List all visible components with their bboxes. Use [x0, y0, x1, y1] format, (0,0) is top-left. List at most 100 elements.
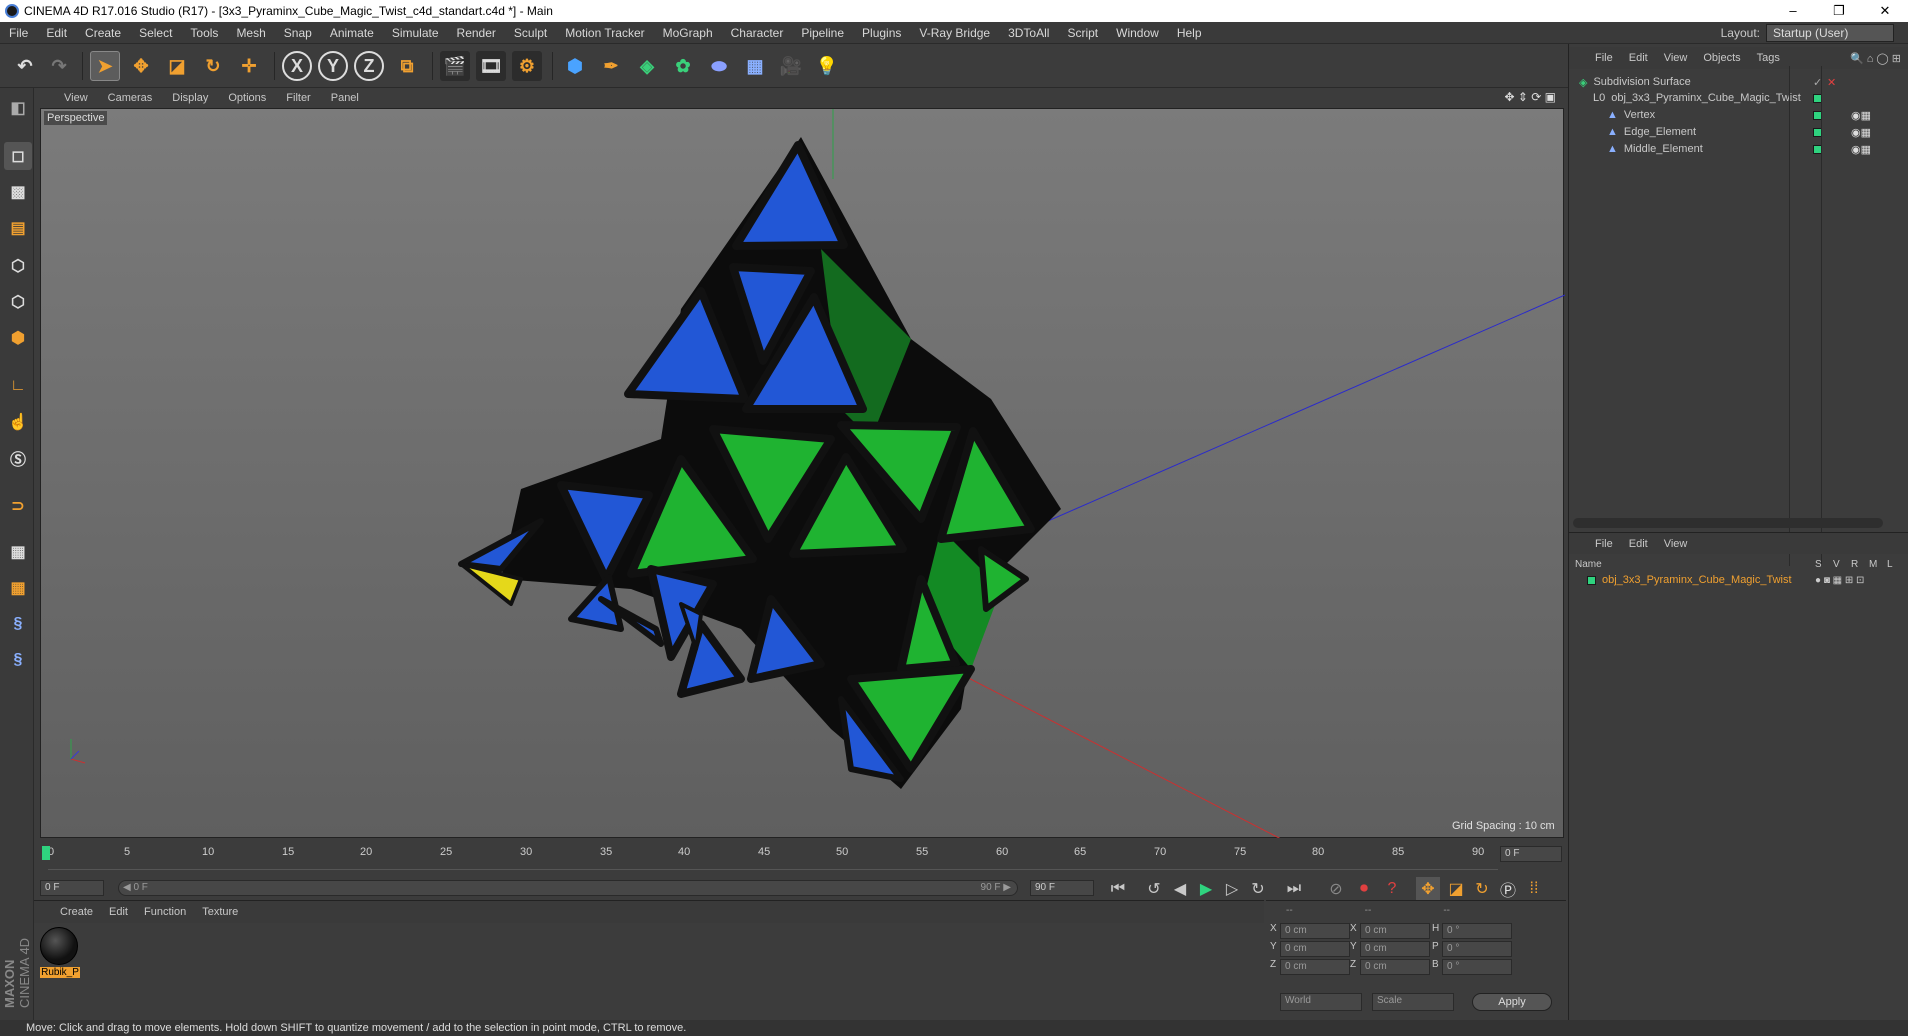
mm-menu-function[interactable]: Function — [144, 906, 186, 918]
menu-edit[interactable]: Edit — [37, 26, 76, 40]
rot-p-field[interactable]: 0 ° — [1442, 941, 1512, 957]
cube-icon[interactable]: ⬢ — [560, 51, 590, 81]
go-to-start-icon[interactable]: ⏮ — [1106, 877, 1130, 901]
mm-menu-edit[interactable]: Edit — [109, 906, 128, 918]
polygons-mode-icon[interactable]: ⬢ — [4, 324, 32, 352]
om-search-icon[interactable]: 🔍 ⌂ ◯ ⊞ — [1850, 52, 1901, 65]
play-icon[interactable]: ▶ — [1194, 877, 1218, 901]
axis-mode-icon[interactable]: ∟ — [4, 372, 32, 400]
record-keys-icon[interactable]: ⊘ — [1324, 877, 1348, 901]
layer-toggle-icons[interactable]: ● ◙ ▦ ⊞ ⊡ — [1815, 575, 1864, 586]
grid-icon[interactable]: ▦ — [4, 574, 32, 602]
timeline-ruler[interactable]: 0 5 10 15 20 25 30 35 40 45 50 55 60 65 … — [42, 842, 1498, 870]
snap-icon[interactable]: Ⓢ — [4, 444, 32, 472]
subdivision-icon[interactable]: ◈ — [632, 51, 662, 81]
menu-mesh[interactable]: Mesh — [227, 26, 274, 40]
om-horizontal-scrollbar[interactable] — [1573, 518, 1883, 528]
minimize-button[interactable]: – — [1770, 0, 1816, 22]
model-mode-icon[interactable]: ◻ — [4, 142, 32, 170]
floor-icon[interactable]: ▦ — [740, 51, 770, 81]
rot-h-field[interactable]: 0 ° — [1442, 923, 1512, 939]
close-button[interactable]: ✕ — [1862, 0, 1908, 22]
undo-icon[interactable]: ↶ — [10, 51, 40, 81]
next-key-icon[interactable]: ↻ — [1246, 877, 1270, 901]
playhead-marker[interactable] — [42, 846, 50, 860]
coord-system-dropdown[interactable]: World — [1280, 993, 1362, 1011]
om-menu-edit[interactable]: Edit — [1629, 52, 1648, 64]
pen-spline-icon[interactable]: ✒ — [596, 51, 626, 81]
keyframe-selection-icon[interactable]: ? — [1380, 877, 1404, 901]
menu-help[interactable]: Help — [1168, 26, 1211, 40]
viewport-menu-display[interactable]: Display — [172, 92, 208, 104]
menu-select[interactable]: Select — [130, 26, 181, 40]
menu-tools[interactable]: Tools — [181, 26, 227, 40]
apply-button[interactable]: Apply — [1472, 993, 1552, 1011]
menu-animate[interactable]: Animate — [321, 26, 383, 40]
menu-plugins[interactable]: Plugins — [853, 26, 910, 40]
y-axis-icon[interactable]: Y — [318, 51, 348, 81]
mm-menu-create[interactable]: Create — [60, 906, 93, 918]
viewport-menu-cameras[interactable]: Cameras — [108, 92, 153, 104]
python-script-icon[interactable]: § — [4, 646, 32, 674]
edit-render-settings-icon[interactable]: ⚙ — [512, 51, 542, 81]
menu-file[interactable]: File — [0, 26, 37, 40]
next-frame-icon[interactable]: ▷ — [1220, 877, 1244, 901]
go-to-end-icon[interactable]: ⏭ — [1282, 877, 1306, 901]
layout-dropdown[interactable]: Startup (User) — [1766, 24, 1894, 42]
workplane-mode-icon[interactable]: ▤ — [4, 214, 32, 242]
scale-icon[interactable]: ◪ — [162, 51, 192, 81]
menu-vray-bridge[interactable]: V-Ray Bridge — [910, 26, 999, 40]
end-frame-field[interactable]: 90 F — [1030, 880, 1094, 896]
magnet-icon[interactable]: ⊃ — [4, 492, 32, 520]
viewport-nav-icons[interactable]: ✥ ⇕ ⟳ ▣ — [1504, 90, 1556, 104]
menu-3dtoall[interactable]: 3DToAll — [999, 26, 1058, 40]
rot-b-field[interactable]: 0 ° — [1442, 959, 1512, 975]
edges-mode-icon[interactable]: ⬡ — [4, 288, 32, 316]
key-rotation-icon[interactable]: ↻ — [1470, 877, 1494, 901]
points-mode-icon[interactable]: ⬡ — [4, 252, 32, 280]
tweak-mode-icon[interactable]: ☝ — [4, 408, 32, 436]
menu-mograph[interactable]: MoGraph — [654, 26, 722, 40]
menu-window[interactable]: Window — [1107, 26, 1168, 40]
om-menu-tags[interactable]: Tags — [1757, 52, 1780, 64]
autokey-icon[interactable]: ⏺ — [1352, 877, 1376, 901]
material-swatch[interactable]: Rubik_P — [40, 927, 80, 981]
render-picture-viewer-icon[interactable]: 🎞 — [476, 51, 506, 81]
current-frame-field[interactable]: 0 F — [1500, 846, 1562, 862]
key-scale-icon[interactable]: ◪ — [1444, 877, 1468, 901]
material-tag-icon[interactable]: ◉▦ — [1851, 109, 1871, 122]
render-view-icon[interactable]: 🎬 — [440, 51, 470, 81]
menu-simulate[interactable]: Simulate — [383, 26, 448, 40]
key-position-icon[interactable]: ✥ — [1416, 877, 1440, 901]
lm-menu-view[interactable]: View — [1664, 538, 1688, 550]
python-icon[interactable]: § — [4, 610, 32, 638]
om-menu-file[interactable]: File — [1595, 52, 1613, 64]
frame-range-slider[interactable]: ◀ 0 F 90 F ▶ — [118, 880, 1018, 896]
scale-mode-dropdown[interactable]: Scale — [1372, 993, 1454, 1011]
viewport-canvas[interactable] — [40, 108, 1566, 840]
size-z-field[interactable]: 0 cm — [1360, 959, 1430, 975]
maximize-button[interactable]: ❐ — [1816, 0, 1862, 22]
menu-sculpt[interactable]: Sculpt — [505, 26, 556, 40]
camera-icon[interactable]: 🎥 — [776, 51, 806, 81]
key-pla-icon[interactable]: ⁞⁞ — [1522, 877, 1546, 901]
pos-z-field[interactable]: 0 cm — [1280, 959, 1350, 975]
key-parameter-icon[interactable]: Ⓟ — [1496, 877, 1520, 901]
move-icon[interactable]: ✥ — [126, 51, 156, 81]
disabled-x-icon[interactable]: ✕ — [1827, 76, 1836, 89]
menu-script[interactable]: Script — [1058, 26, 1107, 40]
redo-icon[interactable]: ↷ — [44, 51, 74, 81]
previous-key-icon[interactable]: ↺ — [1142, 877, 1166, 901]
lm-menu-edit[interactable]: Edit — [1629, 538, 1648, 550]
lm-menu-file[interactable]: File — [1595, 538, 1613, 550]
menu-pipeline[interactable]: Pipeline — [792, 26, 853, 40]
viewport-menu-options[interactable]: Options — [228, 92, 266, 104]
viewport-menu-filter[interactable]: Filter — [286, 92, 310, 104]
mm-menu-texture[interactable]: Texture — [202, 906, 238, 918]
menu-create[interactable]: Create — [76, 26, 130, 40]
object-row[interactable]: ▲ Middle_Element ◉▦ — [1569, 139, 1908, 159]
menu-snap[interactable]: Snap — [275, 26, 321, 40]
mograph-cloner-icon[interactable]: ✿ — [668, 51, 698, 81]
deformer-icon[interactable]: ⬬ — [704, 51, 734, 81]
om-menu-objects[interactable]: Objects — [1703, 52, 1740, 64]
